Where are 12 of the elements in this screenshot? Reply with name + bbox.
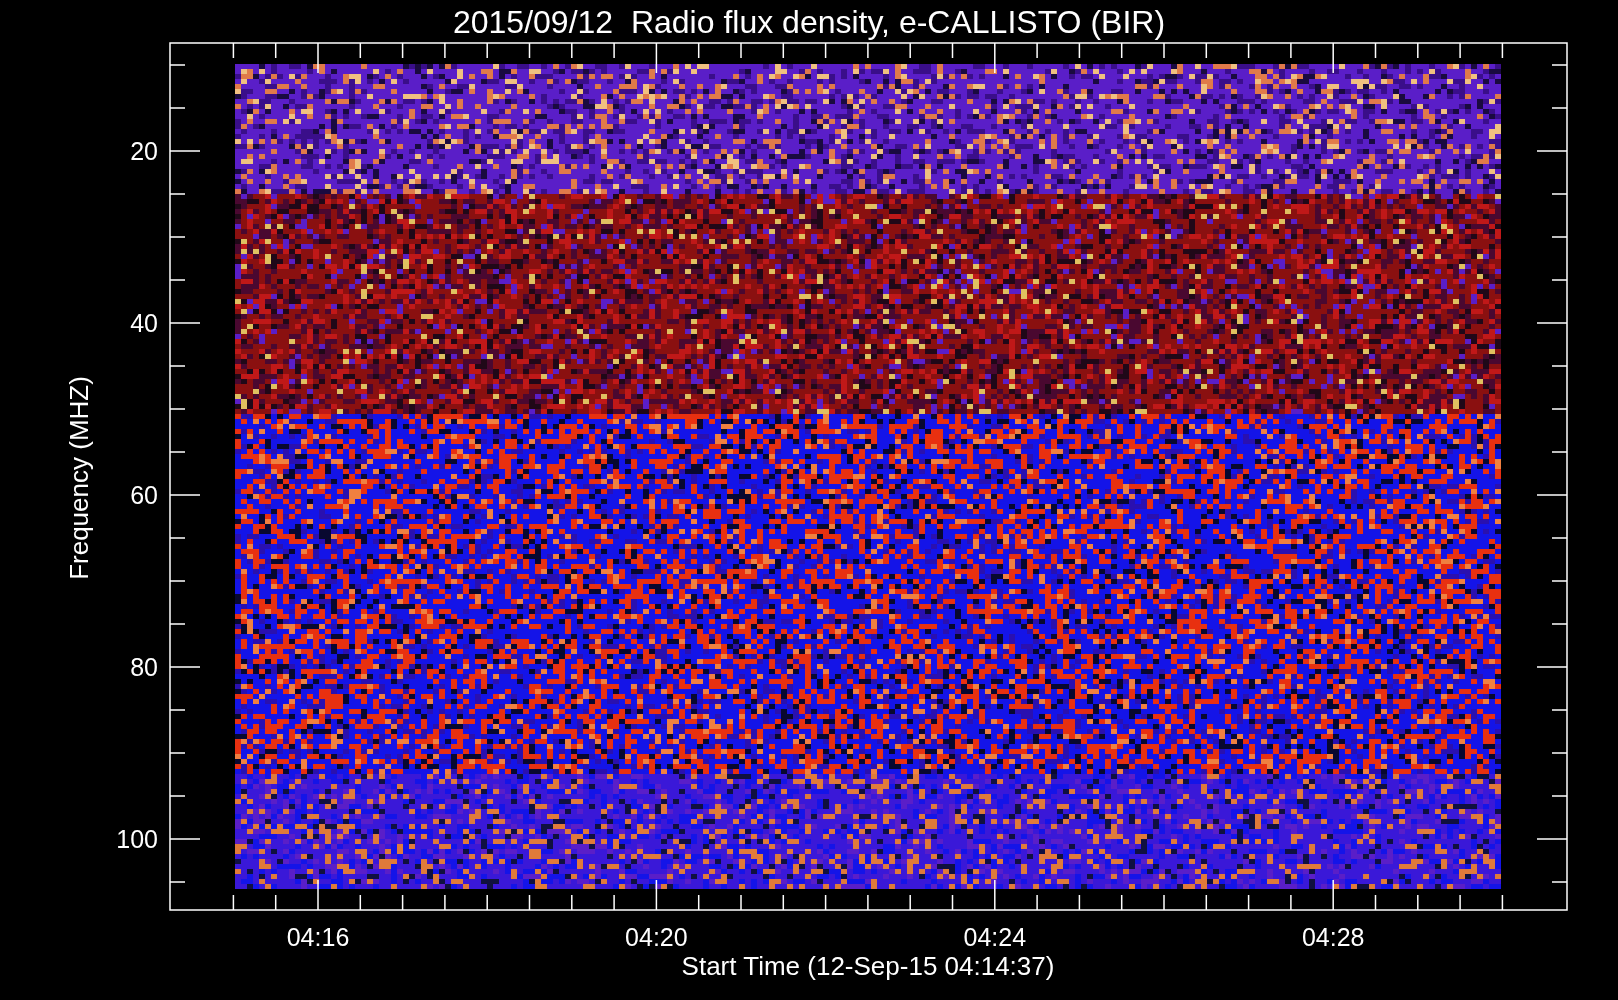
y-tick-label: 100 (116, 825, 158, 853)
y-tick-label: 40 (130, 309, 158, 337)
x-tick-label: 04:24 (963, 923, 1027, 951)
x-tick-label: 04:16 (286, 923, 350, 951)
chart-title: 2015/09/12 Radio flux density, e-CALLISTO (BIR) (452, 4, 1166, 40)
x-tick-label: 04:28 (1301, 923, 1365, 951)
x-tick-label: 04:20 (625, 923, 688, 951)
y-axis-label: Frequency (MHZ) (64, 376, 94, 580)
y-tick-label: 80 (130, 653, 158, 681)
x-axis-label: Start Time (12-Sep-15 04:14:37) (681, 951, 1055, 981)
y-tick-label: 20 (130, 137, 158, 165)
y-tick-label: 60 (130, 481, 158, 509)
